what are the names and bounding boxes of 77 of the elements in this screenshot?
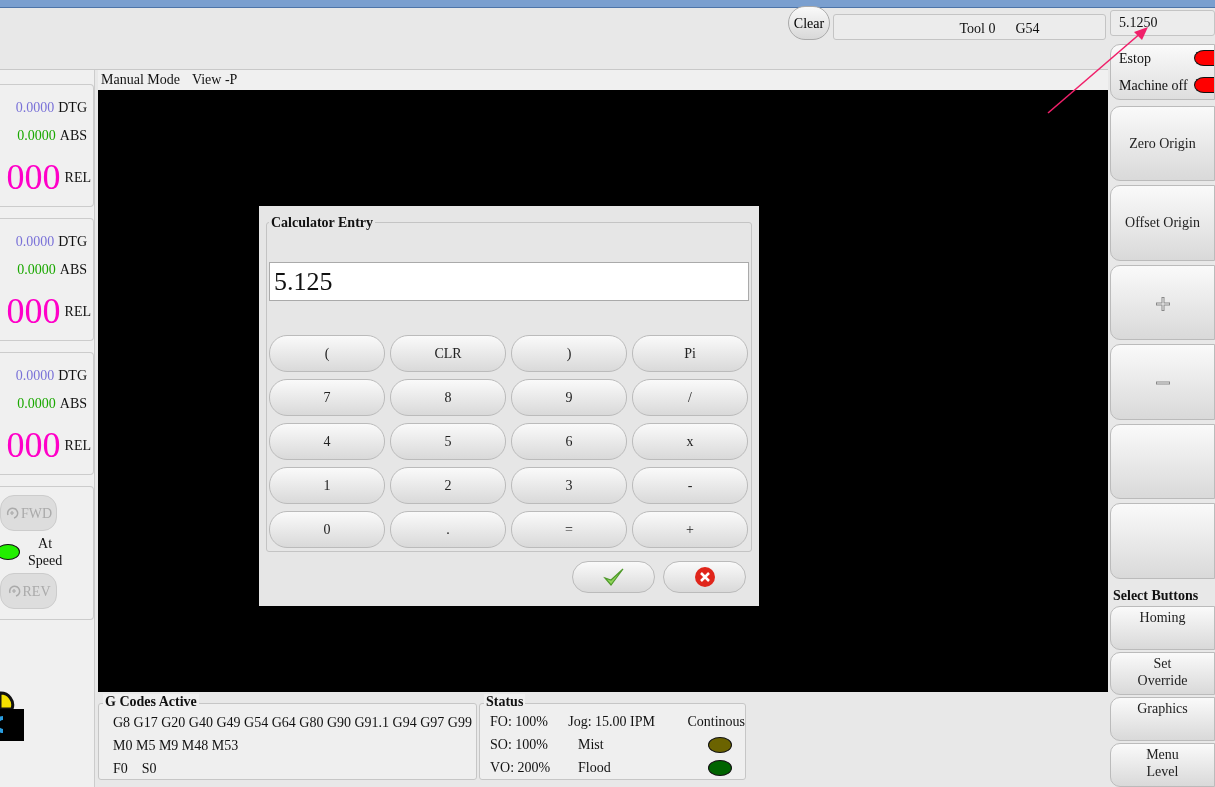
- rotate-icon: [4, 506, 19, 520]
- clear-button[interactable]: Clear: [788, 6, 830, 40]
- blank-button[interactable]: [1110, 423, 1215, 500]
- entry-field[interactable]: 5.1250: [1110, 10, 1215, 36]
- rel-label: REL: [64, 436, 91, 455]
- override-text: SO: 100%: [490, 736, 549, 754]
- calculator-key[interactable]: ): [511, 335, 627, 372]
- tool-display: Tool 0 G54: [833, 14, 1106, 40]
- abs-label: ABS: [59, 394, 87, 413]
- decrease-button[interactable]: [1110, 344, 1215, 420]
- view-label: View -P: [191, 71, 238, 89]
- calculator-key[interactable]: 2: [390, 467, 506, 504]
- select-button[interactable]: Set Override: [1110, 651, 1215, 696]
- calculator-key[interactable]: 9: [511, 379, 627, 416]
- calculator-key[interactable]: -: [632, 467, 748, 504]
- gcode-text: F0: [113, 760, 128, 778]
- abs-value: 0.0000: [17, 260, 56, 279]
- calculator-key[interactable]: CLR: [390, 335, 506, 372]
- mode-text: Continous: [687, 713, 745, 731]
- indicator-label: Estop: [1119, 49, 1151, 68]
- gcode-text: S0: [141, 760, 157, 778]
- calculator-key[interactable]: x: [632, 423, 748, 460]
- calculator-key[interactable]: 1: [269, 467, 385, 504]
- gcode-text: G8 G17 G20 G40 G49 G54 G64 G80 G90 G91.1 G94 G97 G99: [113, 714, 472, 732]
- ok-button[interactable]: [572, 561, 655, 593]
- calculator-key[interactable]: 5: [390, 423, 506, 460]
- status-label: Flood: [578, 759, 612, 777]
- status-label: Jog: 15.00 IPM: [568, 713, 656, 731]
- cancel-button[interactable]: [663, 561, 746, 593]
- calculator-key[interactable]: .: [390, 511, 506, 548]
- gcode-text: M0 M5 M9 M48 M53: [113, 737, 239, 755]
- calculator-key[interactable]: 6: [511, 423, 627, 460]
- view-label: Manual Mode: [101, 71, 180, 89]
- calculator-key[interactable]: =: [511, 511, 627, 548]
- at-speed-label: At Speed: [28, 535, 63, 569]
- abs-value: 0.0000: [17, 394, 56, 413]
- increase-button[interactable]: [1110, 264, 1215, 341]
- abs-label: ABS: [59, 126, 87, 145]
- dtg-label: DTG: [58, 98, 87, 117]
- calculator-key[interactable]: 4: [269, 423, 385, 460]
- rel-value: 000: [6, 159, 61, 195]
- action-button[interactable]: Offset Origin: [1110, 185, 1215, 261]
- status-label: Mist: [578, 736, 605, 754]
- override-text: FO: 100%: [490, 713, 549, 731]
- rel-label: REL: [64, 168, 91, 187]
- dtg-label: DTG: [58, 366, 87, 385]
- rel-value: 000: [6, 427, 61, 463]
- plus-icon: [1154, 295, 1171, 312]
- calculator-key[interactable]: 7: [269, 379, 385, 416]
- dtg-value: 0.0000: [15, 232, 55, 251]
- calculator-key[interactable]: 8: [390, 379, 506, 416]
- section-title: Select Buttons: [1112, 587, 1200, 604]
- calculator-display[interactable]: 5.125: [269, 262, 749, 301]
- override-text: VO: 200%: [490, 759, 552, 777]
- dtg-value: 0.0000: [15, 366, 55, 385]
- calculator-key[interactable]: +: [632, 511, 748, 548]
- calculator-key[interactable]: (: [269, 335, 385, 372]
- minus-icon: [1154, 380, 1171, 387]
- select-button[interactable]: Graphics: [1110, 697, 1215, 742]
- abs-label: ABS: [59, 260, 87, 279]
- rel-label: REL: [64, 302, 91, 321]
- calculator-key[interactable]: 3: [511, 467, 627, 504]
- action-button[interactable]: Zero Origin: [1110, 105, 1215, 182]
- calculator-key[interactable]: /: [632, 379, 748, 416]
- rotate-icon: [6, 584, 21, 598]
- calculator-key[interactable]: Pi: [632, 335, 748, 372]
- indicator-label: Machine off: [1119, 76, 1188, 95]
- blank-button[interactable]: [1110, 503, 1215, 579]
- calculator-key[interactable]: 0: [269, 511, 385, 548]
- select-button[interactable]: Homing: [1110, 605, 1215, 650]
- rel-value: 000: [6, 293, 61, 329]
- abs-value: 0.0000: [17, 126, 56, 145]
- dtg-label: DTG: [58, 232, 87, 251]
- check-icon: [602, 567, 625, 587]
- close-icon: [693, 566, 716, 588]
- select-button[interactable]: Menu Level: [1110, 743, 1215, 787]
- dtg-value: 0.0000: [15, 98, 55, 117]
